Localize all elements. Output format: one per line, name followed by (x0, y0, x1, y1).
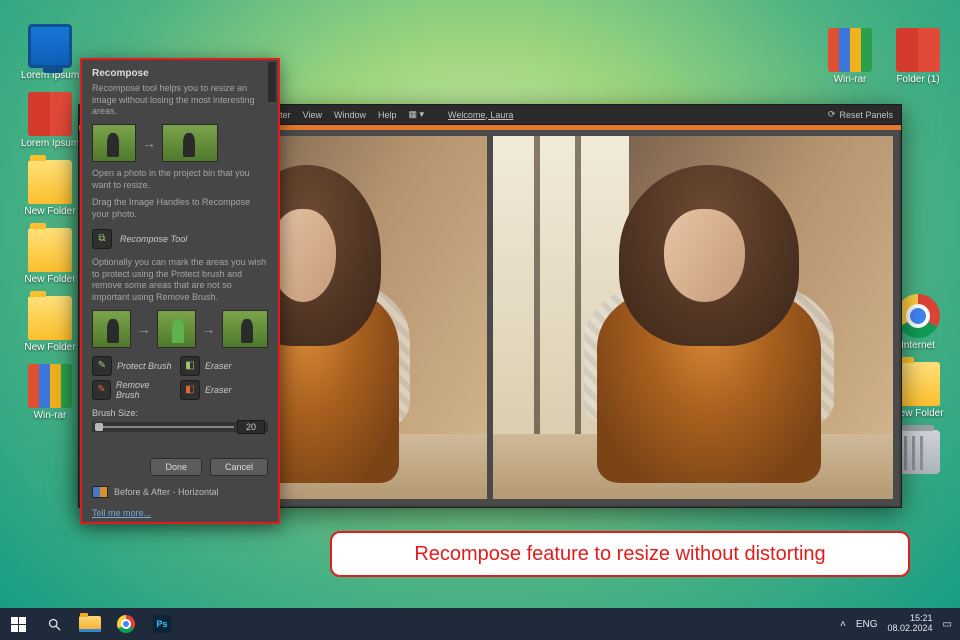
icon-label: New Folder (18, 274, 82, 285)
after-image (493, 136, 893, 499)
recompose-tool-icon: ⧉ (92, 229, 112, 249)
refresh-icon: ⟳ (828, 109, 836, 120)
file-explorer-icon (79, 616, 101, 632)
brush-size-label: Brush Size: (92, 408, 138, 418)
eraser-icon: ◧ (180, 356, 200, 376)
done-button[interactable]: Done (150, 458, 202, 476)
panel-description: Recompose tool helps you to resize an im… (92, 83, 268, 118)
start-button[interactable] (0, 608, 36, 640)
desktop: Lorem Ipsum Lorem Ipsum New Folder New F… (0, 0, 960, 640)
panel-scrollbar[interactable] (268, 62, 276, 102)
windows-icon (11, 617, 26, 632)
chrome-icon (117, 615, 135, 633)
remove-brush-button[interactable]: ✎Remove Brush (92, 380, 172, 400)
trash-icon (896, 430, 940, 474)
welcome-link[interactable]: Welcome, Laura (448, 110, 513, 120)
icon-label: Win-rar (818, 74, 882, 85)
panel-step3: Optionally you can mark the areas you wi… (92, 257, 268, 304)
binder-icon (896, 28, 940, 72)
icon-label: Folder (1) (886, 74, 950, 85)
arrow-icon: → (137, 321, 151, 337)
example-row-1: → (92, 124, 268, 162)
example-thumb (92, 124, 136, 162)
example-thumb (92, 310, 131, 348)
menu-view[interactable]: View (303, 110, 322, 120)
recompose-tool-label: Recompose Tool (120, 234, 187, 244)
protect-brush-icon: ✎ (92, 356, 112, 376)
arrow-icon: → (142, 135, 156, 151)
chrome-icon (896, 294, 940, 338)
folder-icon (28, 296, 72, 340)
icon-label: New Folder (18, 206, 82, 217)
menu-window[interactable]: Window (334, 110, 366, 120)
tell-me-more-link[interactable]: Tell me more... (92, 508, 268, 518)
desktop-icon-winrar[interactable]: Win-rar (18, 364, 82, 421)
brush-size-row: Brush Size: 20 (92, 408, 268, 432)
reset-label: Reset Panels (839, 110, 893, 120)
before-after-icon (92, 486, 108, 498)
example-row-2: → → (92, 310, 268, 348)
brush-tools-grid: ✎Protect Brush ◧Eraser ✎Remove Brush ◧Er… (92, 356, 268, 400)
tray-clock[interactable]: 15:21 08.02.2024 (888, 614, 933, 634)
before-after-mode[interactable]: Before & After - Horizontal (92, 486, 268, 498)
taskbar: Ps ˄ ENG 15:21 08.02.2024 ▭ (0, 608, 960, 640)
cancel-button[interactable]: Cancel (210, 458, 268, 476)
desktop-icon-folder3[interactable]: New Folder (18, 296, 82, 353)
taskbar-photoshop-button[interactable]: Ps (144, 608, 180, 640)
desktop-icon-pc[interactable]: Lorem Ipsum (18, 24, 82, 81)
panel-step1: Open a photo in the project bin that you… (92, 168, 268, 191)
protect-eraser-button[interactable]: ◧Eraser (180, 356, 260, 376)
taskbar-search-button[interactable] (36, 608, 72, 640)
remove-eraser-button[interactable]: ◧Eraser (180, 380, 260, 400)
recompose-panel: Recompose Recompose tool helps you to re… (80, 58, 280, 524)
example-thumb (157, 310, 196, 348)
tray-language[interactable]: ENG (856, 619, 878, 630)
folder-icon (28, 228, 72, 272)
search-icon (47, 617, 62, 632)
tray-date: 08.02.2024 (888, 624, 933, 634)
panel-title: Recompose (92, 68, 268, 79)
icon-label: New Folder (18, 342, 82, 353)
action-center-button[interactable]: ▭ (943, 619, 952, 630)
brush-size-value[interactable]: 20 (237, 420, 265, 434)
folder-icon (896, 362, 940, 406)
tray-overflow-button[interactable]: ˄ (840, 619, 846, 630)
desktop-icon-folder2[interactable]: New Folder (18, 228, 82, 285)
remove-brush-icon: ✎ (92, 380, 111, 400)
desktop-icon-folder1-r[interactable]: Folder (1) (886, 28, 950, 85)
desktop-icon-winrar-r[interactable]: Win-rar (818, 28, 882, 85)
binder-icon (28, 92, 72, 136)
example-thumb (222, 310, 268, 348)
annotation-callout: Recompose feature to resize without dist… (330, 531, 910, 577)
taskbar-chrome-button[interactable] (108, 608, 144, 640)
protect-brush-button[interactable]: ✎Protect Brush (92, 356, 172, 376)
computer-icon (28, 24, 72, 68)
taskbar-explorer-button[interactable] (72, 608, 108, 640)
panel-step2: Drag the Image Handles to Recompose your… (92, 197, 268, 220)
menu-help[interactable]: Help (378, 110, 397, 120)
eraser-icon: ◧ (180, 380, 200, 400)
recompose-tool-row[interactable]: ⧉ Recompose Tool (92, 229, 268, 249)
brush-size-slider[interactable]: 20 (92, 422, 268, 432)
desktop-icon-lorem2[interactable]: Lorem Ipsum (18, 92, 82, 149)
layout-toggle-icon[interactable]: ▦ ▾ (408, 109, 424, 120)
desktop-icon-folder1[interactable]: New Folder (18, 160, 82, 217)
arrow-icon: → (202, 321, 216, 337)
example-thumb (162, 124, 218, 162)
folder-icon (28, 160, 72, 204)
archive-icon (28, 364, 72, 408)
photoshop-icon: Ps (153, 615, 171, 633)
icon-label: Lorem Ipsum (18, 138, 82, 149)
before-after-label: Before & After - Horizontal (114, 487, 219, 497)
archive-icon (828, 28, 872, 72)
icon-label: Win-rar (18, 410, 82, 421)
reset-panels-button[interactable]: ⟳ Reset Panels (828, 109, 893, 120)
